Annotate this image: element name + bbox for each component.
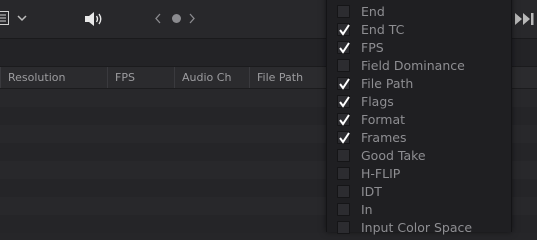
checkbox[interactable] — [337, 149, 350, 162]
checkbox[interactable] — [337, 167, 350, 180]
page-indicator-dot[interactable] — [172, 14, 181, 23]
menu-item-label: Input Color Space — [361, 220, 473, 235]
column-header-audio-ch[interactable]: Audio Ch — [174, 67, 250, 88]
chevron-right-icon[interactable] — [188, 13, 196, 24]
menu-item-label: Flags — [361, 94, 394, 109]
checkbox[interactable] — [337, 5, 350, 18]
speaker-icon[interactable] — [84, 11, 104, 27]
menu-item-label: File Path — [361, 76, 414, 91]
checkmark-icon — [339, 132, 350, 144]
menu-item[interactable]: FPS — [327, 39, 511, 57]
menu-item[interactable]: Input Color Space — [327, 219, 511, 237]
checkbox[interactable] — [337, 185, 350, 198]
grid-view-icon[interactable] — [0, 11, 9, 25]
column-header-resolution[interactable]: Resolution — [0, 67, 108, 88]
menu-item[interactable]: H-FLIP — [327, 165, 511, 183]
chevron-left-icon[interactable] — [154, 13, 162, 24]
chevron-down-icon[interactable] — [17, 14, 27, 22]
menu-item[interactable]: In — [327, 201, 511, 219]
menu-item-label: End TC — [361, 22, 405, 37]
checkbox[interactable] — [337, 113, 350, 126]
menu-item-label: Field Dominance — [361, 58, 465, 73]
checkbox[interactable] — [337, 41, 350, 54]
column-visibility-menu: End End TC FPS Field Dominance File Path Flag… — [326, 0, 512, 235]
checkbox[interactable] — [337, 221, 350, 234]
checkmark-icon — [339, 24, 350, 36]
menu-item-label: End — [361, 4, 385, 19]
column-header-fps[interactable]: FPS — [107, 67, 175, 88]
menu-item-label: IDT — [361, 184, 382, 199]
checkbox[interactable] — [337, 203, 350, 216]
checkbox[interactable] — [337, 95, 350, 108]
column-header-extra[interactable] — [509, 67, 537, 88]
menu-item-label: Frames — [361, 130, 407, 145]
checkbox[interactable] — [337, 59, 350, 72]
menu-item-label: Good Take — [361, 148, 426, 163]
skip-to-end-icon[interactable] — [514, 12, 536, 26]
column-header-file-path[interactable]: File Path — [249, 67, 329, 88]
checkmark-icon — [339, 78, 350, 90]
menu-item[interactable]: Flags — [327, 93, 511, 111]
menu-item[interactable]: End TC — [327, 21, 511, 39]
checkbox[interactable] — [337, 77, 350, 90]
checkmark-icon — [339, 96, 350, 108]
menu-item[interactable]: Format — [327, 111, 511, 129]
menu-item[interactable]: Good Take — [327, 147, 511, 165]
checkbox[interactable] — [337, 131, 350, 144]
checkmark-icon — [339, 42, 350, 54]
menu-item[interactable]: End — [327, 3, 511, 21]
menu-item[interactable]: Frames — [327, 129, 511, 147]
menu-item[interactable]: File Path — [327, 75, 511, 93]
menu-item-label: H-FLIP — [361, 166, 401, 181]
checkmark-icon — [339, 114, 350, 126]
menu-item-label: FPS — [361, 40, 384, 55]
checkbox[interactable] — [337, 23, 350, 36]
menu-item[interactable]: IDT — [327, 183, 511, 201]
menu-item[interactable]: Field Dominance — [327, 57, 511, 75]
menu-item-label: In — [361, 202, 373, 217]
menu-item-label: Format — [361, 112, 406, 127]
